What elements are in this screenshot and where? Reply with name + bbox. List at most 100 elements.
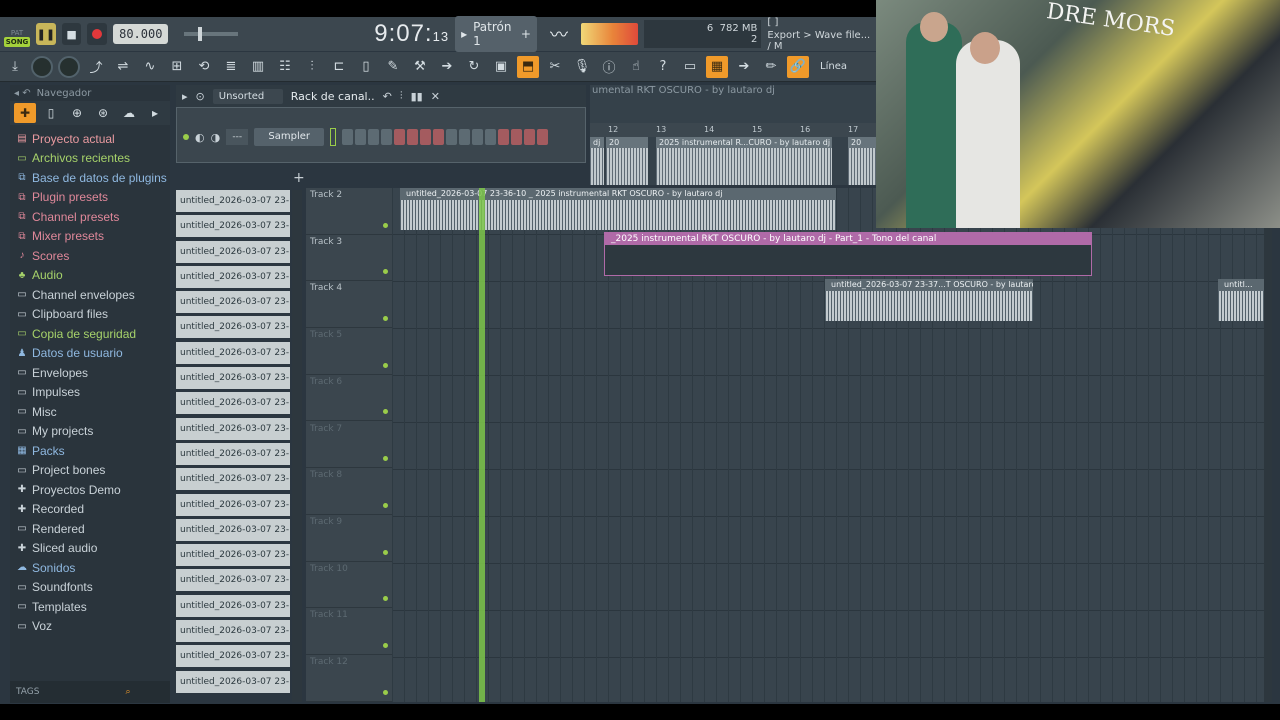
pat-song-toggle[interactable]: PAT SONG	[3, 21, 31, 47]
audio-clip-track-4[interactable]: untitled_2026-03-07 23-37...T OSCURO - b…	[825, 279, 1033, 321]
vol-knob-icon[interactable]: ◑	[211, 131, 221, 144]
step-button[interactable]	[472, 129, 484, 145]
link-icon[interactable]: 🔗	[787, 55, 809, 78]
folder-item[interactable]: ▭ Copia de seguridad	[10, 324, 170, 344]
track-mute-led[interactable]	[383, 316, 388, 322]
track-header[interactable]: Track 7	[306, 422, 392, 469]
save-icon[interactable]: ▣	[490, 56, 512, 78]
folder-item[interactable]: ▭ Rendered	[10, 519, 170, 539]
track-header[interactable]: Track 9	[306, 515, 392, 562]
folder-item[interactable]: ▭ Channel envelopes	[10, 285, 170, 305]
graph-icon[interactable]: ⫶	[400, 89, 403, 103]
picker-clip[interactable]: untitled_2026-03-07 23-...	[176, 190, 290, 212]
record-button[interactable]	[87, 23, 108, 45]
picker-clip[interactable]: untitled_2026-03-07 23-...	[176, 316, 290, 339]
folder-item[interactable]: ▭ Project bones	[10, 461, 170, 481]
picker-clip[interactable]: untitled_2026-03-07 23-...	[176, 367, 290, 390]
browser-plugins-icon[interactable]: ⊕	[66, 103, 88, 123]
track-mute-led[interactable]	[383, 222, 388, 228]
step-button[interactable]	[420, 129, 432, 145]
folder-item[interactable]: ▭ Misc	[10, 402, 170, 422]
slider-handle[interactable]	[198, 27, 203, 41]
countdown-icon[interactable]: ⟲	[193, 56, 215, 78]
metronome-icon[interactable]: ∿	[139, 56, 161, 78]
folder-item[interactable]: ▭ Envelopes	[10, 363, 170, 383]
picker-scrollbar[interactable]	[292, 190, 302, 702]
file-icon[interactable]: ▯	[355, 56, 377, 78]
line-mode-label[interactable]: Línea	[820, 61, 847, 72]
picker-clip[interactable]: untitled_2026-03-07 23-...	[176, 518, 290, 541]
picker-clip[interactable]: untitled_2026-03-07 23-...	[176, 442, 290, 465]
folder-item[interactable]: ⧉ Mixer presets	[10, 227, 170, 247]
pattern-prev-icon[interactable]: ▸	[461, 27, 467, 41]
playlist-grid[interactable]: untitled_2026-03-07 23-36-10 _ 2025 inst…	[392, 188, 1264, 702]
folder-item[interactable]: ▭ Archivos recientes	[10, 149, 170, 169]
arrow-icon[interactable]: ➔	[436, 56, 458, 78]
folder-item[interactable]: ♟ Datos de usuario	[10, 344, 170, 364]
download-icon[interactable]: ⤓	[4, 56, 26, 78]
channel-rack-icon[interactable]: ☷	[274, 56, 296, 78]
typing-keyboard-icon[interactable]: ⊞	[166, 56, 188, 78]
step-edit-icon[interactable]: ⇌	[112, 56, 134, 78]
pause-button[interactable]: ❚❚	[36, 23, 56, 45]
help-icon[interactable]: ?	[652, 56, 674, 78]
folder-item[interactable]: ▭ My projects	[10, 422, 170, 442]
track-mute-led[interactable]	[383, 549, 388, 555]
pattern-add-icon[interactable]: +	[521, 27, 531, 41]
playlist-clip-top[interactable]: 20	[848, 137, 876, 185]
rack-options-icon[interactable]: ⊙	[196, 90, 205, 103]
browser-cloud-icon[interactable]: ☁	[118, 103, 140, 123]
track-mute-led[interactable]	[383, 689, 388, 695]
folder-item[interactable]: ▦ Packs	[10, 441, 170, 461]
folder-item[interactable]: ▭ Clipboard files	[10, 305, 170, 325]
picker-clip[interactable]: untitled_2026-03-07 23-...	[176, 417, 290, 440]
step-button[interactable]	[342, 129, 354, 145]
sampler-channel-button[interactable]: Sampler	[254, 128, 325, 146]
picker-clip[interactable]: untitled_2026-03-07 23-...	[176, 291, 290, 314]
folder-item[interactable]: ▭ Templates	[10, 597, 170, 617]
folder-item[interactable]: ✚ Sliced audio	[10, 539, 170, 559]
picker-clip[interactable]: untitled_2026-03-07 23-...	[176, 620, 290, 643]
export-icon[interactable]: ⬒	[517, 55, 539, 78]
tempo-display[interactable]: 80.000	[113, 24, 169, 44]
playlist-clip-top[interactable]: 20	[606, 137, 648, 185]
folder-item[interactable]: ⧉ Channel presets	[10, 207, 170, 227]
folder-item[interactable]: ⧉ Plugin presets	[10, 188, 170, 208]
nav-arrows-icon[interactable]: ◂ ↶	[14, 88, 31, 99]
browser-all-icon[interactable]: ✚	[14, 103, 36, 123]
track-mute-led[interactable]	[383, 596, 388, 602]
refresh-icon[interactable]: ↻	[463, 56, 485, 78]
browser-files-icon[interactable]: ▯	[40, 103, 62, 123]
snap-icon[interactable]: ⤴	[85, 56, 107, 78]
touch-icon[interactable]: ☝	[625, 56, 647, 78]
mixer-fx-icon[interactable]: ✂	[544, 56, 566, 78]
track-header[interactable]: Track 4	[306, 281, 392, 329]
track-header[interactable]: Track 3	[306, 235, 392, 282]
playhead[interactable]	[479, 188, 485, 702]
folder-item[interactable]: ♣ Audio	[10, 266, 170, 286]
folder-item[interactable]: ✚ Proyectos Demo	[10, 480, 170, 500]
track-mute-led[interactable]	[383, 642, 388, 648]
plugin-icon[interactable]: ✎	[382, 56, 404, 78]
folder-item[interactable]: ▤ Proyecto actual	[10, 129, 170, 149]
step-button[interactable]	[394, 129, 406, 145]
step-button[interactable]	[511, 129, 523, 145]
pencil-icon[interactable]: ✏	[760, 56, 782, 78]
step-button[interactable]	[459, 129, 471, 145]
track-header[interactable]: Track 11	[306, 608, 392, 655]
tempo-tapper-icon[interactable]: ⚒	[409, 56, 431, 78]
project-tree-icon[interactable]: ⊏	[328, 56, 350, 78]
folder-item[interactable]: ▭ Voz	[10, 617, 170, 637]
step-button[interactable]	[433, 129, 445, 145]
step-button[interactable]	[368, 129, 380, 145]
picker-clip[interactable]: untitled_2026-03-07 23-...	[176, 468, 290, 491]
picker-clip[interactable]: untitled_2026-03-07 23-...	[176, 265, 290, 288]
channel-select[interactable]	[330, 128, 337, 146]
step-button[interactable]	[381, 129, 393, 145]
timeline-ruler[interactable]: 12 13 14 15 16 17	[590, 123, 876, 137]
pan-knob-icon[interactable]: ◐	[195, 131, 205, 144]
playlist-scrollbar[interactable]	[1264, 188, 1272, 702]
step-button[interactable]	[485, 129, 497, 145]
track-mute-led[interactable]	[383, 502, 388, 508]
browser-more-icon[interactable]: ▸	[144, 103, 166, 123]
